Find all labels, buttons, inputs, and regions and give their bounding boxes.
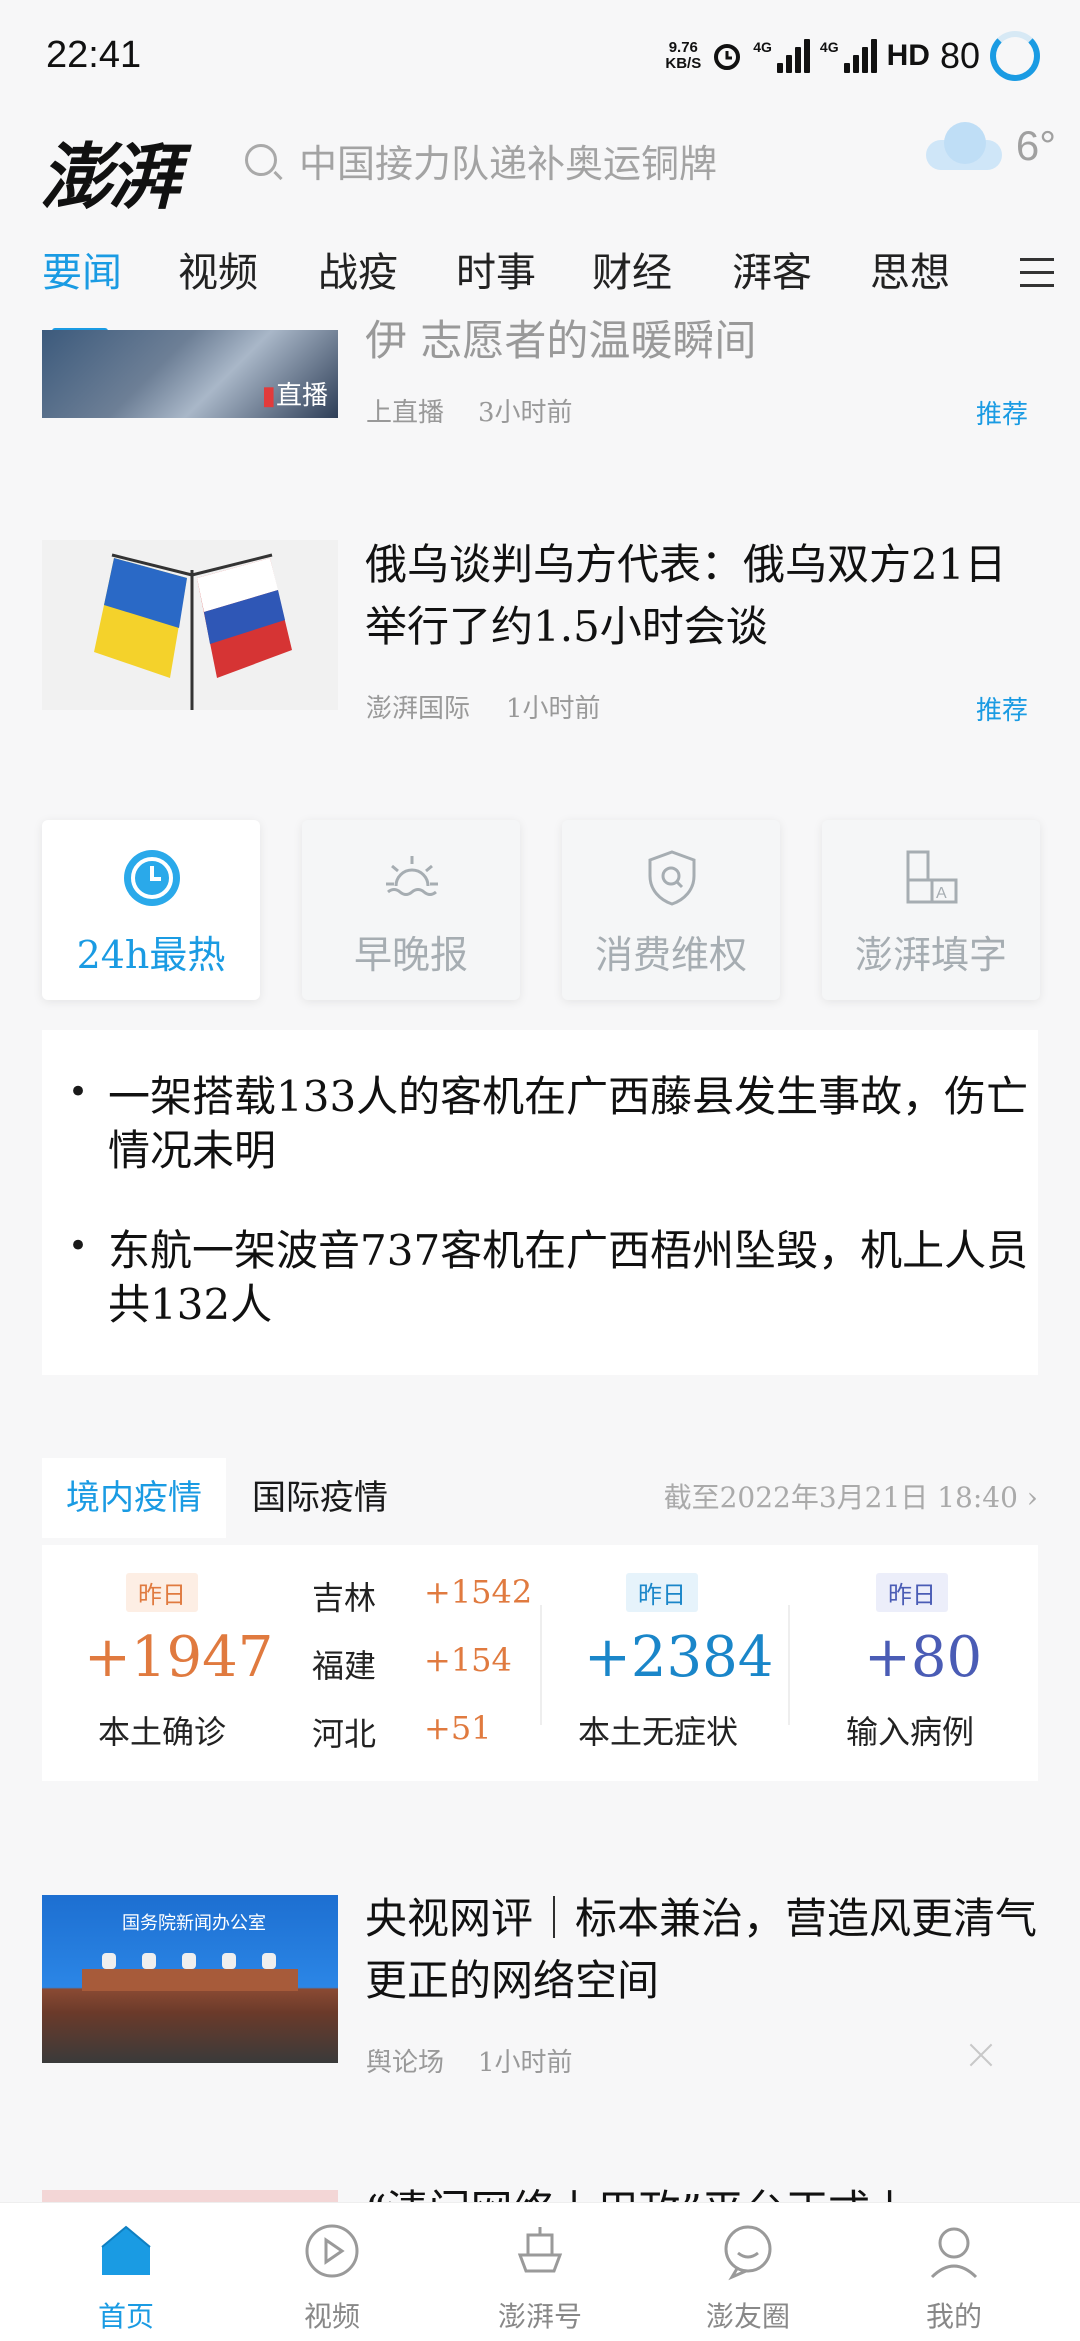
clock: 22:41	[46, 34, 142, 76]
imported-label: 输入病例	[846, 1713, 975, 1751]
confirmed-count: +1947	[84, 1625, 274, 1690]
image-caption: 国务院新闻办公室	[122, 1913, 266, 1934]
news-thumbnail-live[interactable]: ▮直播	[42, 330, 338, 418]
menu-icon[interactable]	[1020, 258, 1054, 297]
news-thumbnail-press[interactable]: 国务院新闻办公室	[42, 1895, 338, 2063]
play-icon	[305, 2224, 359, 2278]
weather-widget[interactable]: 6°	[925, 122, 1056, 170]
temperature: 6°	[1015, 122, 1056, 169]
covid-tabs: 境内疫情 国际疫情 截至2022年3月21日 18:40 ›	[42, 1458, 1038, 1538]
news-source: 上直播	[366, 398, 445, 428]
province-count: +1542	[424, 1573, 533, 1611]
shield-icon	[648, 850, 696, 906]
sunrise-icon	[386, 856, 438, 896]
feature-card-hot24h[interactable]: 24h最热	[42, 820, 260, 1000]
nav-mine[interactable]: 我的	[846, 2203, 1062, 2341]
chat-icon	[724, 2225, 772, 2281]
flags-image	[94, 553, 292, 710]
divider	[788, 1605, 790, 1725]
app-logo[interactable]: 澎湃	[40, 118, 180, 223]
search-icon	[245, 144, 277, 176]
search-input[interactable]: 中国接力队递补奥运铜牌	[299, 133, 717, 188]
news-title[interactable]: 央视网评｜标本兼治，营造风更清气更正的网络空间	[365, 1888, 1045, 2012]
news-source: 澎湃国际	[366, 694, 471, 724]
feature-card-crossword[interactable]: A 澎湃填字	[822, 820, 1040, 1000]
covid-date-link[interactable]: 截至2022年3月21日 18:40 ›	[664, 1458, 1038, 1538]
tab-paike[interactable]: 湃客	[732, 240, 812, 298]
bottom-nav: 首页 视频 澎湃号 澎友圈 我的	[0, 2202, 1080, 2341]
news-thumbnail-flags[interactable]	[42, 540, 338, 710]
nav-pengyouquan[interactable]: 澎友圈	[640, 2203, 856, 2341]
news-source: 舆论场	[366, 2048, 445, 2078]
tab-yaowen[interactable]: 要闻	[42, 240, 122, 298]
asymptomatic-label: 本土无症状	[578, 1713, 739, 1751]
search-bar[interactable]: 中国接力队递补奥运铜牌	[245, 120, 885, 200]
divider	[540, 1605, 542, 1725]
yesterday-badge: 昨日	[626, 1573, 698, 1612]
ship-icon	[517, 2227, 563, 2273]
imported-count: +80	[864, 1625, 983, 1690]
province-name: 吉林	[312, 1579, 377, 1617]
headline-item[interactable]: 东航一架波音737客机在广西梧州坠毁，机上人员共132人	[108, 1224, 1048, 1332]
close-icon[interactable]	[968, 2042, 994, 2068]
province-name: 福建	[312, 1647, 377, 1685]
tab-shishi[interactable]: 时事	[456, 240, 536, 298]
yesterday-badge: 昨日	[126, 1573, 198, 1612]
signal-icon: 4G	[753, 39, 810, 73]
cloud-icon	[925, 122, 1002, 170]
home-icon	[101, 2225, 151, 2275]
nav-home[interactable]: 首页	[18, 2203, 234, 2341]
headlines-box: • 一架搭载133人的客机在广西藤县发生事故，伤亡情况未明 • 东航一架波音73…	[42, 1030, 1038, 1375]
province-count: +51	[424, 1709, 492, 1747]
recommend-tag: 推荐	[976, 695, 1029, 725]
net-speed: 9.76 KB/S	[665, 39, 702, 72]
chevron-right-icon: ›	[1026, 1481, 1038, 1514]
clock-icon	[124, 850, 180, 906]
news-title-partial[interactable]: 伊 志愿者的温暖瞬间	[365, 310, 1025, 360]
asymptomatic-count: +2384	[584, 1625, 774, 1690]
status-icons: 9.76 KB/S 4G 4G HD 80	[665, 24, 1040, 88]
feature-card-morning-evening[interactable]: 早晚报	[302, 820, 520, 1000]
province-count: +154	[424, 1641, 512, 1679]
recommend-tag: 推荐	[976, 399, 1029, 429]
nav-video[interactable]: 视频	[224, 2203, 440, 2341]
province-name: 河北	[312, 1715, 377, 1753]
signal-icon: 4G	[820, 39, 877, 73]
battery-ring-icon	[990, 31, 1040, 81]
confirmed-label: 本土确诊	[98, 1713, 227, 1751]
feature-card-consumer-rights[interactable]: 消费维权	[562, 820, 780, 1000]
tab-zhanyi[interactable]: 战疫	[318, 240, 398, 298]
crossword-icon: A	[906, 850, 958, 904]
live-badge: ▮直播	[261, 380, 328, 410]
tab-domestic-covid[interactable]: 境内疫情	[42, 1458, 226, 1538]
bullet: •	[68, 1226, 89, 1266]
nav-pengpaihao[interactable]: 澎湃号	[432, 2203, 648, 2341]
yesterday-badge: 昨日	[876, 1573, 948, 1612]
news-thumbnail[interactable]	[42, 2190, 338, 2202]
hd-voice-icon: HD	[886, 39, 930, 72]
tab-international-covid[interactable]: 国际疫情	[228, 1458, 412, 1538]
news-title[interactable]: 俄乌谈判乌方代表：俄乌双方21日举行了约1.5小时会谈	[365, 534, 1045, 658]
news-title-partial[interactable]: “清门网络上用政”平台正式上	[365, 2180, 1045, 2202]
news-time: 1小时前	[506, 694, 601, 724]
user-icon	[930, 2227, 978, 2279]
covid-stats-panel: 昨日 +1947 本土确诊 吉林 +1542 福建 +154 河北 +51 昨日…	[42, 1545, 1038, 1781]
alarm-icon	[714, 44, 741, 70]
news-time: 3小时前	[478, 398, 573, 428]
tab-sixiang[interactable]: 思想	[870, 240, 950, 298]
tab-video[interactable]: 视频	[178, 240, 258, 298]
channel-tabs: 要闻 视频 战疫 时事 财经 湃客 思想	[0, 240, 1080, 334]
status-bar: 22:41 9.76 KB/S 4G 4G HD 80	[0, 0, 1080, 110]
tab-caijing[interactable]: 财经	[592, 240, 672, 298]
svg-text:A: A	[936, 885, 947, 902]
headline-item[interactable]: 一架搭载133人的客机在广西藤县发生事故，伤亡情况未明	[108, 1070, 1048, 1178]
news-time: 1小时前	[478, 2048, 573, 2078]
bullet: •	[68, 1072, 89, 1112]
battery-level: 80	[939, 35, 980, 76]
